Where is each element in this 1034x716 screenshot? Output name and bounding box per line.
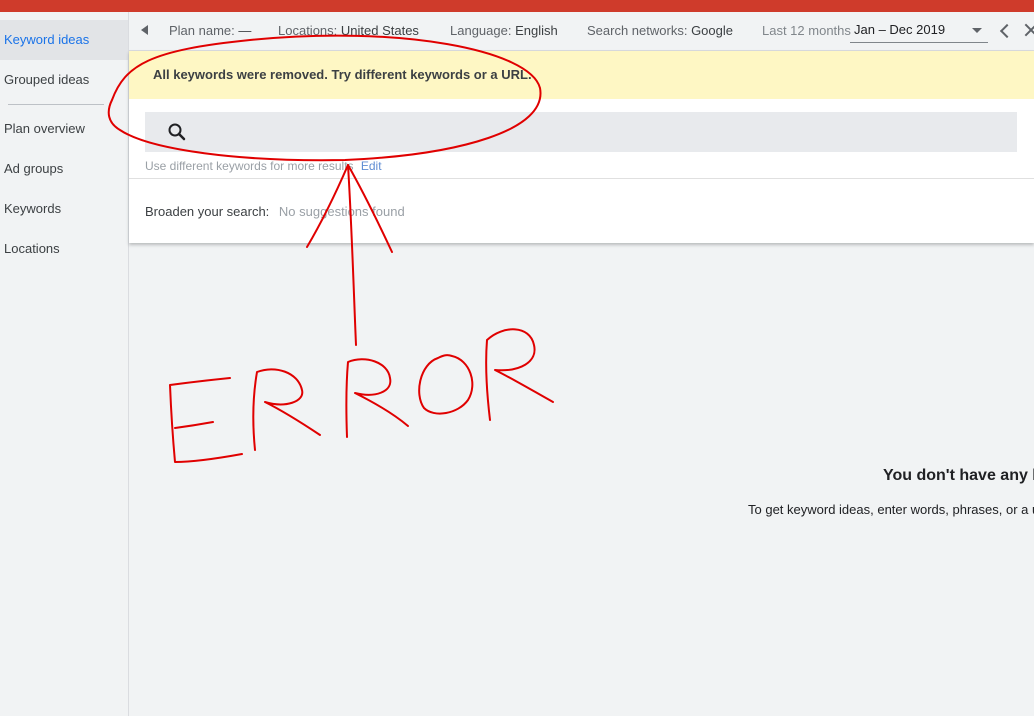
- annotation-letter-r1: [252, 368, 321, 451]
- collapse-arrow-icon[interactable]: [137, 21, 153, 39]
- plan-name-value: —: [238, 23, 252, 38]
- sidebar: Keyword ideas Grouped ideas Plan overvie…: [0, 12, 129, 716]
- sidebar-item-keywords[interactable]: Keywords: [0, 189, 128, 229]
- search-hint-text: Use different keywords for more results: [145, 159, 354, 173]
- sidebar-item-plan-overview[interactable]: Plan overview: [0, 109, 128, 149]
- empty-state-title: You don't have any ke: [883, 467, 1034, 484]
- language-filter[interactable]: Language: English: [450, 23, 558, 38]
- sidebar-item-grouped-ideas[interactable]: Grouped ideas: [0, 60, 128, 100]
- annotation-letter-o: [418, 354, 474, 415]
- keyword-search-input[interactable]: [145, 112, 1017, 152]
- sidebar-item-ad-groups[interactable]: Ad groups: [0, 149, 128, 189]
- date-range-select[interactable]: Jan – Dec 2019: [850, 19, 988, 43]
- plan-name-filter[interactable]: Plan name: —: [169, 23, 251, 38]
- search-networks-value: Google: [691, 23, 733, 38]
- card-divider: [129, 178, 1034, 179]
- sidebar-item-locations[interactable]: Locations: [0, 229, 128, 269]
- plan-name-label: Plan name:: [169, 23, 235, 38]
- chevron-down-icon: [972, 28, 982, 33]
- edit-link[interactable]: Edit: [361, 159, 382, 173]
- close-icon[interactable]: [1024, 22, 1034, 40]
- broaden-label: Broaden your search:: [145, 204, 270, 219]
- error-alert: All keywords were removed. Try different…: [129, 51, 1034, 99]
- app-top-bar: [0, 0, 1034, 12]
- date-range-value: Jan – Dec 2019: [854, 22, 946, 37]
- sidebar-divider: [8, 104, 104, 105]
- keyword-search-card: All keywords were removed. Try different…: [129, 51, 1034, 243]
- empty-state-subtitle: To get keyword ideas, enter words, phras…: [748, 502, 1034, 517]
- annotation-letter-r2: [345, 358, 409, 438]
- locations-filter[interactable]: Locations: United States: [278, 23, 419, 38]
- locations-label: Locations:: [278, 23, 338, 38]
- alert-text: All keywords were removed. Try different…: [153, 67, 532, 82]
- search-icon: [168, 123, 186, 141]
- broaden-search: Broaden your search: No suggestions foun…: [145, 204, 405, 219]
- language-value: English: [515, 23, 558, 38]
- filter-bar: Plan name: — Locations: United States La…: [129, 12, 1034, 51]
- search-networks-label: Search networks:: [587, 23, 688, 38]
- annotation-letter-e: [169, 377, 243, 463]
- search-networks-filter[interactable]: Search networks: Google: [587, 23, 733, 38]
- search-hint: Use different keywords for more results …: [145, 159, 382, 173]
- broaden-value: No suggestions found: [278, 204, 405, 219]
- sidebar-item-keyword-ideas[interactable]: Keyword ideas: [0, 20, 128, 60]
- annotation-letter-r3: [485, 328, 554, 421]
- period-label: Last 12 months: [762, 23, 851, 38]
- language-label: Language:: [450, 23, 512, 38]
- chevron-left-icon[interactable]: [999, 22, 1013, 40]
- locations-value: United States: [340, 23, 419, 38]
